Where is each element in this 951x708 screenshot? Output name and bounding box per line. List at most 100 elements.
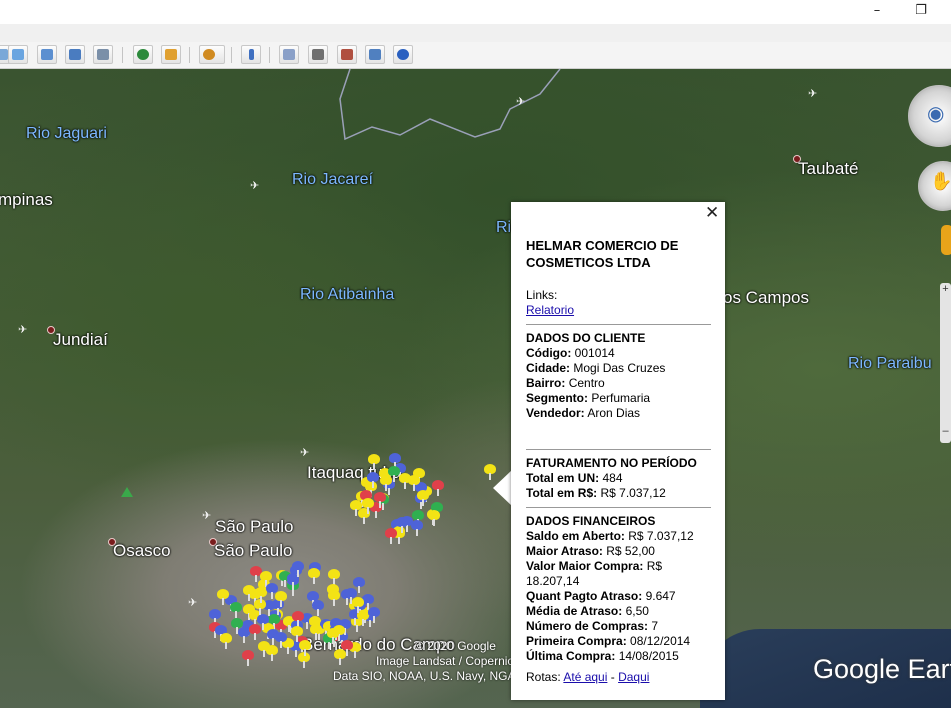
placemark-pin-icon[interactable]	[432, 480, 444, 496]
finance-field-value: 08/12/2014	[630, 634, 691, 648]
earth-gallery-button[interactable]	[393, 45, 413, 64]
placemark-pin-icon[interactable]	[243, 585, 255, 601]
placemark-pin-icon[interactable]	[292, 561, 304, 577]
placemark-pin-icon[interactable]	[266, 645, 278, 661]
placemark-pin-icon[interactable]	[368, 454, 380, 470]
envelope-icon	[283, 49, 295, 60]
placemark-pin-icon[interactable]	[266, 583, 278, 599]
placemark-pin-icon[interactable]	[328, 569, 340, 585]
route-from-link[interactable]: Daqui	[618, 670, 649, 684]
add-polygon-button[interactable]	[8, 45, 28, 64]
placemark-pin-icon[interactable]	[334, 649, 346, 665]
placemark-pin-icon[interactable]	[417, 490, 429, 506]
finance-field-label: Maior Atraso:	[526, 544, 603, 558]
placemark-pin-icon[interactable]	[352, 597, 364, 613]
placemark-pin-icon[interactable]	[291, 626, 303, 642]
billing-field-label: Total em R$:	[526, 486, 598, 500]
record-tour-button[interactable]	[93, 45, 113, 64]
routes-row: Rotas: Até aqui - Daqui	[526, 670, 711, 685]
client-field-value: Aron Dias	[587, 406, 641, 420]
placemark-pin-icon[interactable]	[312, 600, 324, 616]
placemark-pin-icon[interactable]	[411, 520, 423, 536]
finance-field: Média de Atraso: 6,50	[526, 604, 711, 619]
sunlight-button[interactable]	[161, 45, 181, 64]
airport-icon: ✈	[300, 447, 310, 459]
street-view-pegman-icon[interactable]	[941, 225, 951, 255]
client-details: Código: 001014 Cidade: Mogi Das Cruzes Bai…	[526, 346, 711, 421]
placemark-pin-icon[interactable]	[242, 650, 254, 666]
route-to-link[interactable]: Até aqui	[563, 670, 607, 684]
sun-icon	[165, 49, 177, 60]
add-path-button[interactable]	[37, 45, 57, 64]
menu-bar	[0, 24, 951, 42]
placemark-pin-icon[interactable]	[299, 640, 311, 656]
switch-planets-button[interactable]	[199, 45, 225, 64]
finance-section-heading: DADOS FINANCEIROS	[526, 514, 656, 528]
eye-icon: ◉	[927, 103, 945, 125]
finance-field: Quant Pagto Atraso: 9.647	[526, 589, 711, 604]
save-image-button[interactable]	[337, 45, 357, 64]
client-field: Bairro: Centro	[526, 376, 711, 391]
placemark-pin-icon[interactable]	[230, 602, 242, 618]
add-image-overlay-button[interactable]	[65, 45, 85, 64]
placemark-pin-icon[interactable]	[220, 633, 232, 649]
placemark-pin-icon[interactable]	[275, 632, 287, 648]
placemark-pin-icon[interactable]	[350, 500, 362, 516]
map-view[interactable]: Rio Jaguari Rio Jacareí Rio Atibainha Ri…	[0, 69, 951, 708]
placemark-pin-icon[interactable]	[353, 577, 365, 593]
planet-icon	[203, 49, 215, 60]
zoom-slider[interactable]: + –	[940, 283, 951, 443]
label-rio-paraibu: Rio Paraibu	[848, 355, 932, 372]
globe-icon	[397, 49, 409, 60]
email-button[interactable]	[279, 45, 299, 64]
placemark-pin-icon[interactable]	[310, 624, 322, 640]
client-field-label: Bairro:	[526, 376, 566, 390]
finance-field-value: 9.647	[645, 589, 676, 603]
placemark-pin-icon[interactable]	[209, 609, 221, 625]
airport-icon: ✈	[808, 88, 818, 100]
placemark-pin-icon[interactable]	[231, 618, 243, 634]
placemark-pin-icon[interactable]	[217, 589, 229, 605]
zoom-in-button[interactable]: +	[940, 283, 951, 295]
divider	[526, 324, 711, 325]
placemark-icon	[0, 49, 8, 60]
placemark-pin-icon[interactable]	[328, 590, 340, 606]
client-field: Vendedor: Aron Dias	[526, 406, 711, 421]
finance-field: Maior Atraso: R$ 52,00	[526, 544, 711, 559]
placemark-pin-icon[interactable]	[292, 611, 304, 627]
billing-details: Total em UN: 484 Total em R$: R$ 7.037,12	[526, 471, 711, 501]
historical-imagery-button[interactable]	[133, 45, 153, 64]
ruler-button[interactable]	[241, 45, 261, 64]
balloon-tail	[493, 470, 512, 506]
placemark-pin-icon[interactable]	[389, 453, 401, 469]
print-button[interactable]	[308, 45, 328, 64]
restore-button[interactable]: ❐	[910, 2, 932, 20]
zoom-out-button[interactable]: –	[940, 425, 951, 437]
finance-field-value: 14/08/2015	[618, 649, 679, 663]
finance-field: Saldo em Aberto: R$ 7.037,12	[526, 529, 711, 544]
placemark-pin-icon[interactable]	[249, 624, 261, 640]
placemark-pin-icon[interactable]	[368, 607, 380, 623]
placemark-pin-icon[interactable]	[362, 498, 374, 514]
billing-field: Total em R$: R$ 7.037,12	[526, 486, 711, 501]
balloon-content: HELMAR COMERCIO DE COSMETICOS LTDA Links…	[526, 237, 711, 685]
placemark-pin-icon[interactable]	[396, 517, 408, 533]
minimize-button[interactable]: –	[866, 2, 888, 20]
placemark-pin-icon[interactable]	[374, 492, 386, 508]
finance-field-value: R$ 7.037,12	[628, 529, 694, 543]
report-link[interactable]: Relatorio	[526, 303, 574, 317]
placemark-pin-icon[interactable]	[399, 473, 411, 489]
view-in-maps-button[interactable]	[365, 45, 385, 64]
close-icon[interactable]: ✕	[705, 204, 719, 222]
placemark-pin-icon[interactable]	[308, 568, 320, 584]
label-rio-atibainha: Rio Atibainha	[300, 286, 395, 303]
placemark-pin-icon[interactable]	[367, 472, 379, 488]
label-rio-partial: Ri	[496, 219, 512, 236]
placemark-pin-icon[interactable]	[327, 628, 339, 644]
placemark-pin-icon[interactable]	[428, 510, 440, 526]
client-section-heading: DADOS DO CLIENTE	[526, 331, 646, 345]
toolbar-divider	[269, 47, 270, 63]
client-field-value: Mogi Das Cruzes	[573, 361, 666, 375]
label-sao-paulo-2: São Paulo	[214, 541, 293, 560]
billing-field-label: Total em UN:	[526, 471, 600, 485]
